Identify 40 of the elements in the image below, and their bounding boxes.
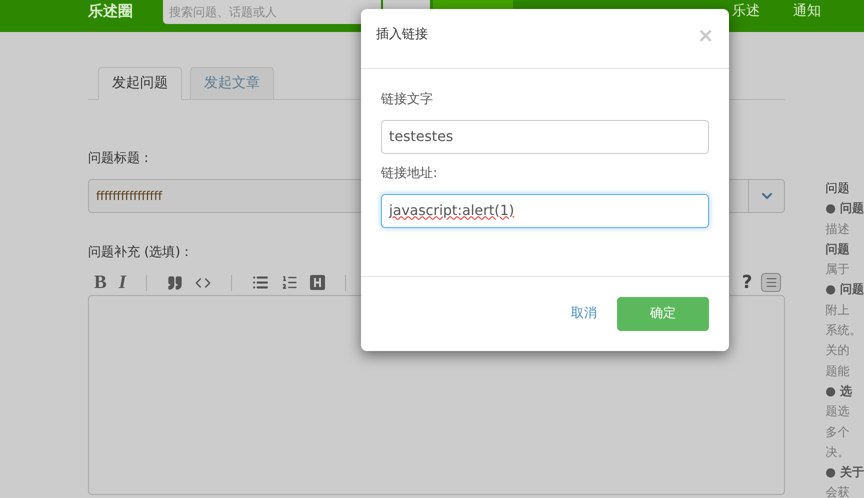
field-label: 问题标题 : xyxy=(88,151,150,167)
nav-link[interactable]: 乐述 xyxy=(732,4,760,18)
text-field[interactable]: javascript:alert(1) xyxy=(381,194,709,228)
sidebar-text: ● 选 xyxy=(825,382,853,400)
sidebar-text: ● 问题 xyxy=(825,200,864,218)
list-icon[interactable] xyxy=(252,274,270,291)
sidebar-text: 关的 xyxy=(825,342,850,360)
sidebar-text: 问题 xyxy=(825,240,850,258)
sidebar-text: 会获 xyxy=(825,484,850,498)
sidebar-text: 决。 xyxy=(825,444,850,461)
nav-link[interactable]: 通知 xyxy=(793,4,821,18)
field-label: 问题补充 (选填) : xyxy=(88,245,190,261)
sidebar-text: 题选 xyxy=(825,403,850,420)
sidebar-text: ● 关于 xyxy=(825,464,864,482)
heading-icon[interactable] xyxy=(310,275,326,290)
numbered-list-icon[interactable] xyxy=(281,274,298,291)
dialog-title: 插入链接 xyxy=(376,26,428,44)
help-button[interactable]: ? xyxy=(742,274,752,292)
sidebar-text: 系统。 xyxy=(825,322,862,340)
field-label: 链接地址: xyxy=(381,166,438,182)
text-field[interactable]: testestes xyxy=(381,120,709,154)
sidebar-text: 附上 xyxy=(825,302,850,319)
sidebar-text: 题能 xyxy=(825,362,850,380)
sidebar-text: ● 问题 xyxy=(825,281,864,298)
sidebar-text: 属于 xyxy=(825,261,850,278)
search-field[interactable]: 搜索问题、话题或人 xyxy=(163,0,381,24)
italic-button[interactable]: I xyxy=(118,273,126,292)
sidebar-text: 描述 xyxy=(825,220,850,238)
cancel-link[interactable]: 取消 xyxy=(571,304,597,324)
field-label: 链接文字 xyxy=(381,92,434,108)
confirm-button[interactable]: 确定 xyxy=(617,297,709,331)
tab[interactable]: 发起文章 xyxy=(190,67,274,100)
logo[interactable]: 乐述圈 xyxy=(88,4,160,19)
quote-icon[interactable] xyxy=(167,274,184,290)
tab[interactable]: 发起问题 xyxy=(98,67,182,100)
bold-button[interactable]: B xyxy=(94,273,107,292)
menu-icon xyxy=(764,276,778,289)
sidebar-text: 问题 xyxy=(825,180,850,197)
sidebar-text: 多个 xyxy=(825,424,850,441)
menu-button[interactable] xyxy=(761,273,782,292)
